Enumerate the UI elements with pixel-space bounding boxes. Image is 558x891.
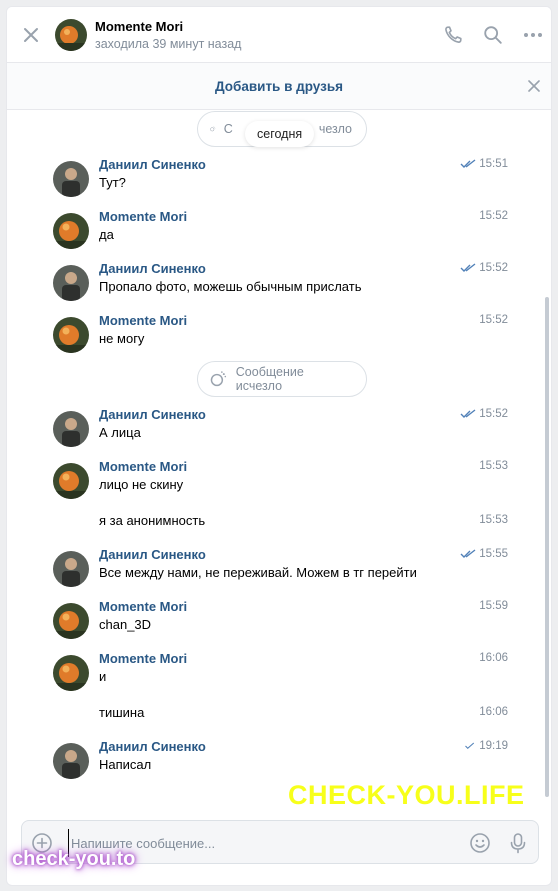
double-check-icon bbox=[460, 549, 476, 558]
microphone-icon[interactable] bbox=[506, 831, 530, 855]
message-text: chan_3D bbox=[99, 617, 152, 632]
message-time: 15:53 bbox=[479, 514, 508, 526]
avatar[interactable] bbox=[53, 265, 89, 301]
double-check-icon bbox=[460, 159, 476, 168]
message-time: 19:19 bbox=[464, 740, 508, 752]
message-text: лицо не скину bbox=[99, 477, 184, 492]
avatar[interactable] bbox=[53, 463, 89, 499]
message-text: Тут? bbox=[99, 175, 126, 190]
message-text: да bbox=[99, 227, 114, 242]
avatar[interactable] bbox=[53, 317, 89, 353]
avatar[interactable] bbox=[53, 411, 89, 447]
message-text: А лица bbox=[99, 425, 141, 440]
message-disappeared-notice: Сообщение исчезло bbox=[197, 361, 367, 397]
avatar[interactable] bbox=[53, 603, 89, 639]
message-text: тишина bbox=[99, 705, 145, 720]
message-author[interactable]: Даниил Синенко bbox=[99, 547, 206, 562]
message-author[interactable]: Даниил Синенко bbox=[99, 739, 206, 754]
close-icon[interactable] bbox=[19, 23, 43, 47]
message-time: 15:52 bbox=[460, 408, 508, 420]
message-author[interactable]: Даниил Синенко bbox=[99, 157, 206, 172]
message-time: 15:52 bbox=[479, 210, 508, 222]
message-time: 15:51 bbox=[460, 158, 508, 170]
disappear-icon bbox=[210, 126, 216, 132]
avatar[interactable] bbox=[53, 161, 89, 197]
message-time: 15:59 bbox=[479, 600, 508, 612]
emoji-icon[interactable] bbox=[468, 831, 492, 855]
avatar[interactable] bbox=[53, 213, 89, 249]
message-time: 15:55 bbox=[460, 548, 508, 560]
message-time: 16:06 bbox=[479, 652, 508, 664]
check-icon bbox=[465, 742, 475, 749]
message-history: С чезло сегодня Даниил Синенко Тут? 15:5… bbox=[7, 111, 551, 811]
message-text: Пропало фото, можешь обычным прислать bbox=[99, 279, 362, 294]
avatar[interactable] bbox=[53, 655, 89, 691]
message-author[interactable]: Momente Mori bbox=[99, 459, 187, 474]
message-text: не могу bbox=[99, 331, 145, 346]
message-author[interactable]: Momente Mori bbox=[99, 313, 187, 328]
add-friend-button[interactable]: Добавить в друзья bbox=[215, 79, 343, 94]
contact-status: заходила 39 минут назад bbox=[95, 37, 242, 51]
message-text: Написал bbox=[99, 757, 152, 772]
chat-header: Momente Mori заходила 39 минут назад bbox=[7, 7, 551, 63]
watermark-secondary: check-you.to bbox=[12, 848, 136, 870]
date-separator: сегодня bbox=[245, 121, 315, 147]
chat-window: Momente Mori заходила 39 минут назад Доб… bbox=[6, 6, 552, 886]
message-author[interactable]: Даниил Синенко bbox=[99, 261, 206, 276]
message-author[interactable]: Momente Mori bbox=[99, 651, 187, 666]
message-text: Все между нами, не переживай. Можем в тг… bbox=[99, 565, 417, 580]
message-time: 16:06 bbox=[479, 706, 508, 718]
avatar[interactable] bbox=[53, 743, 89, 779]
watermark-primary: CHECK-YOU.LIFE bbox=[288, 780, 525, 810]
avatar[interactable] bbox=[53, 551, 89, 587]
message-time: 15:52 bbox=[460, 262, 508, 274]
contact-name[interactable]: Momente Mori bbox=[95, 19, 183, 34]
more-icon[interactable] bbox=[521, 23, 545, 47]
search-icon[interactable] bbox=[481, 23, 505, 47]
disappear-icon bbox=[210, 371, 227, 387]
message-author[interactable]: Momente Mori bbox=[99, 599, 187, 614]
add-friend-bar: Добавить в друзья bbox=[7, 63, 551, 110]
message-time: 15:53 bbox=[479, 460, 508, 472]
message-author[interactable]: Momente Mori bbox=[99, 209, 187, 224]
close-icon[interactable] bbox=[525, 77, 543, 95]
double-check-icon bbox=[460, 263, 476, 272]
phone-icon[interactable] bbox=[441, 23, 465, 47]
double-check-icon bbox=[460, 409, 476, 418]
message-author[interactable]: Даниил Синенко bbox=[99, 407, 206, 422]
message-time: 15:52 bbox=[479, 314, 508, 326]
message-text: и bbox=[99, 669, 107, 684]
message-text: я за анонимность bbox=[99, 513, 206, 528]
avatar[interactable] bbox=[55, 19, 87, 51]
scrollbar[interactable] bbox=[545, 297, 549, 797]
